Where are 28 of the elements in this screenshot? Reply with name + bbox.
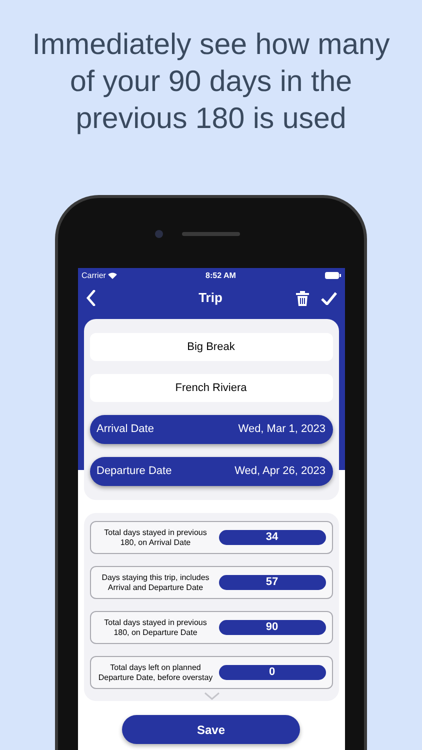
stat-label: Days staying this trip, includes Arrival and Departure Date (100, 572, 210, 592)
stat-label: Total days stayed in previous 180, on Arrival Date (103, 528, 208, 548)
stat-value: 57 (218, 575, 326, 590)
stat-label: Total days left on planned Departure Date, before overstay (97, 662, 214, 682)
date-value: Wed, Mar 1, 2023 (238, 422, 326, 438)
date-picker-row[interactable]: Departure Date Wed, Apr 26, 2023 (90, 457, 332, 486)
trash-icon[interactable] (296, 290, 308, 306)
stat-value: 90 (218, 620, 326, 635)
text-field[interactable]: French Riviera (90, 374, 332, 402)
stat-label: Total days stayed in previous 180, on Departure Date (103, 618, 208, 638)
camera-icon (155, 230, 163, 238)
date-label: Arrival Date (96, 422, 154, 438)
carrier-label: Carrier (82, 270, 106, 282)
date-value: Wed, Apr 26, 2023 (234, 464, 326, 480)
date-picker-row[interactable]: Arrival Date Wed, Mar 1, 2023 (90, 415, 332, 444)
save-button[interactable]: Save (122, 715, 300, 744)
date-label: Departure Date (96, 464, 172, 480)
wifi-icon (108, 272, 117, 279)
headline: Immediately see how many of your 90 days in the previous 180 is used (31, 27, 391, 137)
status-time: 8:52 AM (206, 270, 236, 282)
stat-value: 0 (218, 665, 326, 680)
back-icon[interactable] (86, 290, 96, 306)
nav-title: Trip (198, 289, 222, 308)
battery-icon (324, 272, 340, 279)
stat-value: 34 (218, 530, 326, 545)
text-field[interactable]: Big Break (90, 333, 332, 361)
speaker-icon (182, 232, 240, 236)
checkmark-icon[interactable] (320, 292, 336, 304)
